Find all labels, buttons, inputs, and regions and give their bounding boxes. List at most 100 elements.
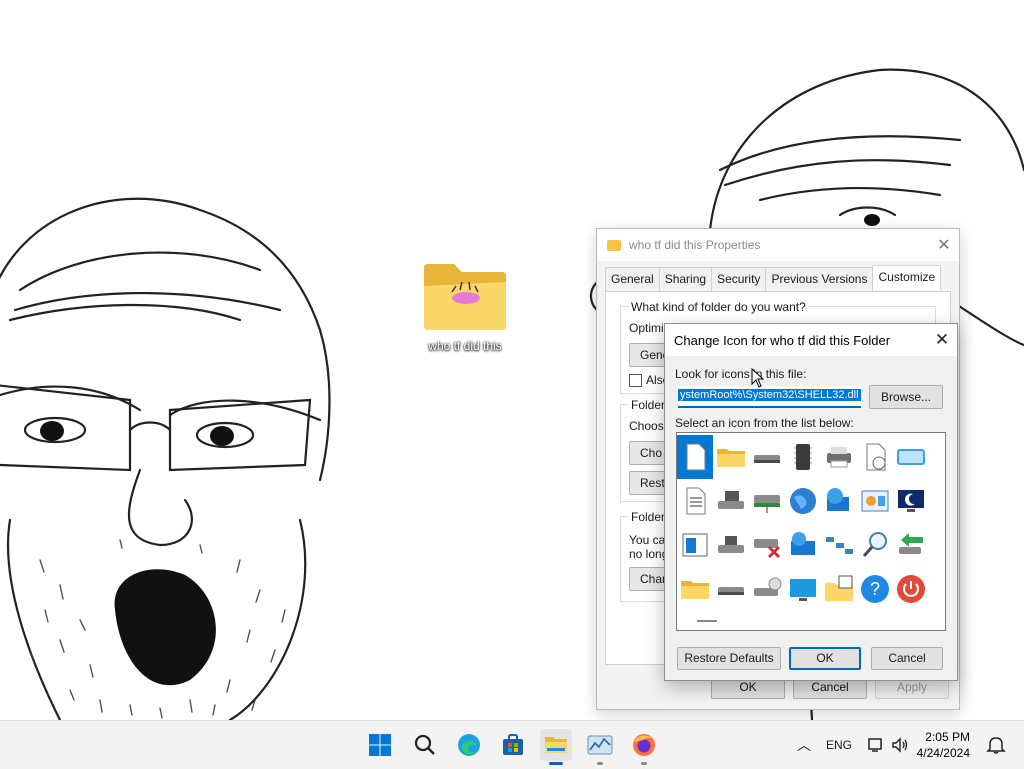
- icon-option[interactable]: [785, 479, 821, 523]
- clock-time: 2:05 PM: [925, 730, 970, 744]
- icon-option[interactable]: [821, 435, 857, 479]
- icon-file-path-input[interactable]: ystemRoot%\System32\SHELL32.dll: [678, 386, 861, 408]
- icon-option[interactable]: [749, 435, 785, 479]
- change-icon-title: Change Icon for who tf did this Folder: [674, 332, 891, 348]
- store-icon: [503, 734, 523, 755]
- clock[interactable]: 2:05 PM 4/24/2024: [917, 729, 970, 761]
- icon-option[interactable]: [857, 435, 893, 479]
- icon-option[interactable]: [677, 567, 713, 611]
- change-icon-titlebar[interactable]: Change Icon for who tf did this Folder ✕: [665, 324, 957, 356]
- icon-option[interactable]: [893, 435, 929, 479]
- icon-option[interactable]: [785, 435, 821, 479]
- memory-chip-icon: [794, 444, 812, 470]
- mouse-cursor-icon: [751, 368, 765, 388]
- task-manager-button[interactable]: [584, 729, 616, 765]
- start-button[interactable]: [364, 729, 396, 761]
- icon-option[interactable]: [821, 479, 857, 523]
- language-indicator[interactable]: ENG: [826, 738, 852, 752]
- drive-icon: [718, 587, 744, 595]
- ok-button[interactable]: OK: [789, 647, 861, 670]
- icon-option[interactable]: [713, 479, 749, 523]
- browse-button[interactable]: Browse...: [869, 385, 943, 409]
- icon-option[interactable]: [857, 479, 893, 523]
- edge-button[interactable]: [453, 729, 485, 761]
- icon-option[interactable]: [893, 479, 929, 523]
- notification-icon[interactable]: [986, 735, 1006, 755]
- system-tray: ︿ ENG: [792, 721, 910, 769]
- tab-security[interactable]: Security: [711, 267, 767, 292]
- control-panel-icon: [861, 490, 889, 512]
- clock-document-icon: [866, 443, 886, 471]
- properties-title: who tf did this Properties: [629, 238, 761, 252]
- icon-option[interactable]: [749, 479, 785, 523]
- search-button[interactable]: [409, 729, 441, 761]
- scrollbar-thumb[interactable]: [697, 620, 717, 622]
- running-indicator: [641, 762, 647, 765]
- icon-option[interactable]: [713, 567, 749, 611]
- icon-option[interactable]: [713, 523, 749, 567]
- icon-option[interactable]: [893, 523, 929, 567]
- blank-document-icon: [686, 443, 706, 471]
- running-indicator: [597, 762, 603, 765]
- network-drive-icon: [754, 495, 780, 513]
- icon-option[interactable]: [785, 567, 821, 611]
- file-explorer-button[interactable]: [540, 729, 572, 765]
- cancel-button[interactable]: Cancel: [871, 647, 943, 670]
- folder-icons-text-1: You ca: [629, 533, 666, 547]
- magnifier-icon: [862, 532, 887, 557]
- printer-icon: [827, 447, 851, 468]
- drive-error-icon: [754, 539, 781, 559]
- start-icon: [369, 734, 391, 756]
- icon-option[interactable]: [677, 479, 713, 523]
- icon-option[interactable]: [677, 435, 713, 479]
- icon-grid: ?: [677, 433, 945, 611]
- icon-option[interactable]: [893, 567, 929, 611]
- icon-option[interactable]: [749, 523, 785, 567]
- desktop-monitor-icon: [790, 579, 816, 601]
- drive-icon: [754, 455, 780, 463]
- tab-customize[interactable]: Customize: [872, 265, 942, 290]
- help-question-icon: ?: [861, 575, 889, 603]
- grid-folder-icon: [825, 575, 853, 601]
- restore-defaults-button[interactable]: Restore Defaults: [677, 647, 781, 670]
- icon-option[interactable]: [857, 523, 893, 567]
- network-icon[interactable]: [866, 735, 886, 755]
- chevron-up-icon[interactable]: ︿: [792, 735, 816, 755]
- volume-icon[interactable]: [890, 735, 910, 755]
- close-icon[interactable]: ✕: [929, 235, 959, 255]
- look-for-icons-label: Look for icons in this file:: [675, 367, 807, 381]
- tab-previous-versions[interactable]: Previous Versions: [765, 267, 874, 292]
- tab-sharing[interactable]: Sharing: [658, 267, 713, 292]
- firefox-button[interactable]: [628, 729, 660, 765]
- icon-file-path-value: ystemRoot%\System32\SHELL32.dll: [678, 389, 861, 401]
- icon-list[interactable]: ?: [676, 432, 946, 631]
- text-document-icon: [686, 487, 706, 515]
- globe-monitor-icon: [791, 532, 815, 555]
- taskbar: ︿ ENG 2:05 PM 4/24/2024: [0, 720, 1024, 769]
- task-manager-icon: [587, 735, 613, 755]
- desktop-folder-icon[interactable]: who tf did this: [415, 262, 515, 353]
- close-icon[interactable]: ✕: [927, 330, 957, 350]
- network-icon: [826, 537, 853, 554]
- change-icon-dialog: Change Icon for who tf did this Folder ✕…: [664, 323, 958, 681]
- also-apply-checkbox[interactable]: [629, 373, 642, 387]
- icon-option[interactable]: ?: [857, 567, 893, 611]
- svg-text:?: ?: [870, 579, 880, 599]
- icon-option[interactable]: [713, 435, 749, 479]
- select-icon-label: Select an icon from the list below:: [675, 416, 854, 430]
- icon-option[interactable]: [749, 567, 785, 611]
- store-button[interactable]: [497, 729, 529, 761]
- icon-option[interactable]: [821, 567, 857, 611]
- icon-option[interactable]: [821, 523, 857, 567]
- window-icon: [682, 533, 708, 557]
- monitor-frame-icon: [897, 449, 925, 465]
- globe-icon: [790, 488, 816, 514]
- firefox-icon: [633, 734, 655, 756]
- properties-titlebar[interactable]: who tf did this Properties ✕: [597, 229, 959, 261]
- folder-icon: [717, 449, 745, 467]
- floppy-drive-icon: [718, 491, 744, 509]
- search-icon: [414, 734, 435, 755]
- icon-option[interactable]: [677, 523, 713, 567]
- icon-option[interactable]: [785, 523, 821, 567]
- tab-general[interactable]: General: [605, 267, 660, 292]
